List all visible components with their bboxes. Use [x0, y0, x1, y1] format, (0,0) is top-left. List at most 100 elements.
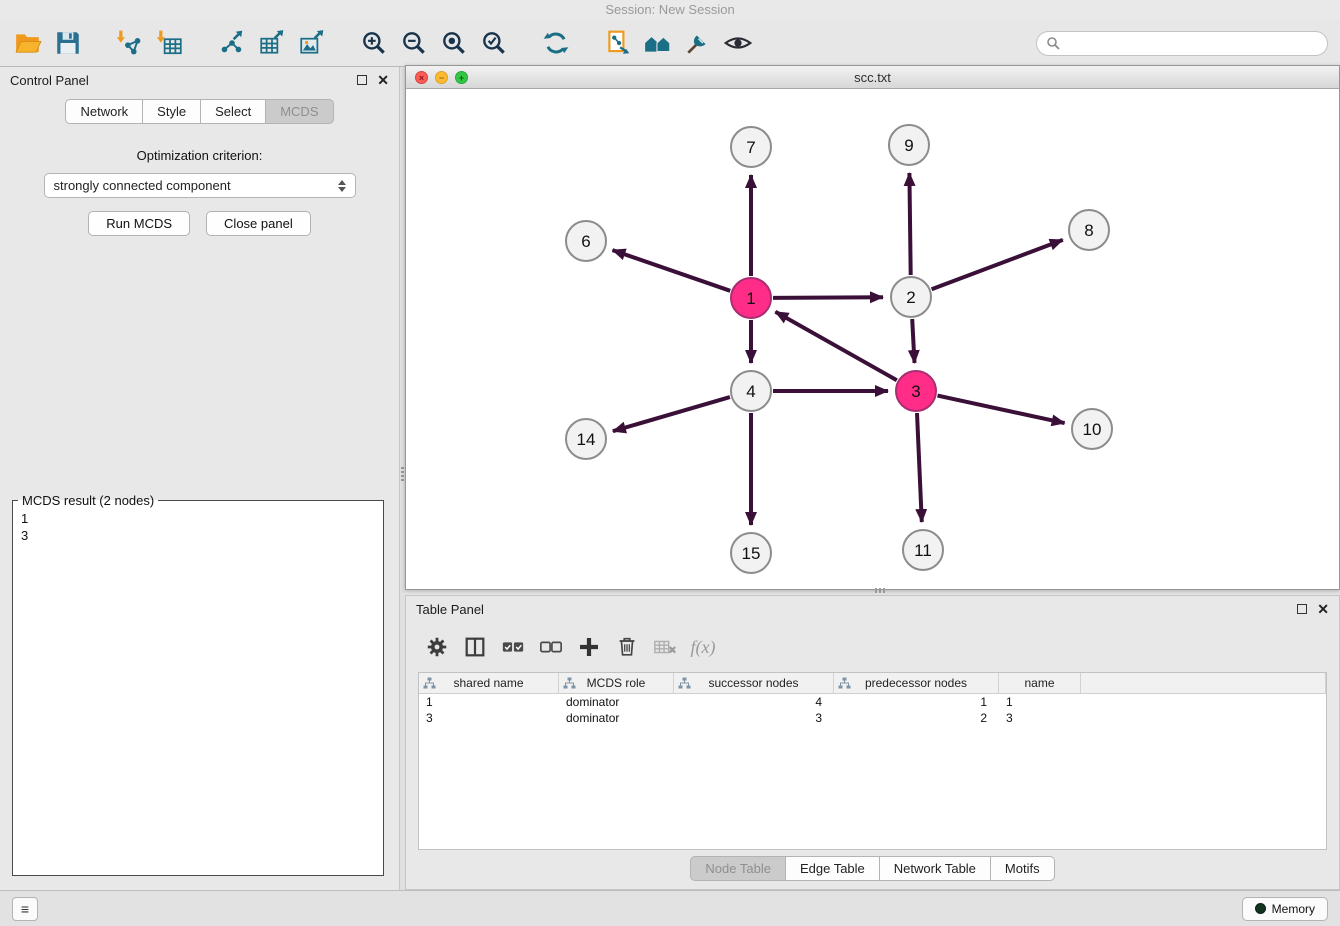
task-history-icon[interactable]: ≡	[12, 897, 38, 921]
graph-node-3[interactable]: 3	[896, 371, 936, 411]
graph-node-4[interactable]: 4	[731, 371, 771, 411]
network-view-window: × − + scc.txt 7 9 6 8 1 2 4 3 14 10 15 11	[405, 65, 1340, 590]
export-image-icon[interactable]	[296, 27, 328, 59]
table-cell[interactable]: 3	[674, 710, 834, 726]
float-panel-icon[interactable]	[357, 75, 367, 85]
graph-node-14[interactable]: 14	[566, 419, 606, 459]
graph-edge-3-1[interactable]	[775, 312, 896, 381]
table-body: 1dominator4113dominator323	[419, 694, 1326, 726]
apply-style-icon[interactable]	[682, 27, 714, 59]
table-cell[interactable]: dominator	[559, 710, 674, 726]
graph-node-1[interactable]: 1	[731, 278, 771, 318]
unselect-all-icon[interactable]	[534, 632, 568, 662]
import-network-icon[interactable]	[114, 27, 146, 59]
column-header-successor-nodes[interactable]: successor nodes	[674, 673, 834, 693]
column-type-icon	[678, 677, 691, 690]
zoom-fit-icon[interactable]	[438, 27, 470, 59]
tab-node-table[interactable]: Node Table	[690, 856, 786, 881]
graph-edge-1-2[interactable]	[773, 297, 883, 298]
search-box[interactable]	[1036, 31, 1328, 56]
network-canvas[interactable]: 7 9 6 8 1 2 4 3 14 10 15 11	[406, 89, 1339, 589]
split-columns-icon[interactable]	[458, 632, 492, 662]
eye-icon[interactable]	[722, 27, 754, 59]
graph-edge-1-6[interactable]	[613, 250, 731, 291]
tab-motifs[interactable]: Motifs	[991, 856, 1055, 881]
table-cell[interactable]: 4	[674, 694, 834, 710]
export-network-icon[interactable]	[216, 27, 248, 59]
zoom-selected-icon[interactable]	[478, 27, 510, 59]
graph-edge-4-14[interactable]	[613, 397, 730, 431]
select-all-icon[interactable]	[496, 632, 530, 662]
graph-edge-2-3[interactable]	[912, 319, 914, 363]
svg-text:4: 4	[746, 382, 755, 401]
graph-node-11[interactable]: 11	[903, 530, 943, 570]
table-cell[interactable]: dominator	[559, 694, 674, 710]
graph-node-8[interactable]: 8	[1069, 210, 1109, 250]
gear-icon[interactable]	[420, 632, 454, 662]
run-mcds-button[interactable]: Run MCDS	[88, 211, 190, 236]
graph-edge-2-8[interactable]	[932, 240, 1063, 289]
graph-edge-3-11[interactable]	[917, 413, 922, 522]
svg-text:8: 8	[1084, 221, 1093, 240]
graph-node-9[interactable]: 9	[889, 125, 929, 165]
tab-network[interactable]: Network	[65, 99, 143, 124]
horizontal-splitter-handle[interactable]	[873, 588, 887, 593]
column-header-name[interactable]: name	[999, 673, 1081, 693]
svg-text:7: 7	[746, 138, 755, 157]
export-table-icon[interactable]	[256, 27, 288, 59]
save-icon[interactable]	[52, 27, 84, 59]
column-header-shared-name[interactable]: shared name	[419, 673, 559, 693]
network-window-titlebar[interactable]: × − + scc.txt	[406, 66, 1339, 89]
table-cell[interactable]: 1	[834, 694, 999, 710]
home-icon[interactable]	[642, 27, 674, 59]
tab-select[interactable]: Select	[201, 99, 266, 124]
dropdown-stepper-icon	[338, 180, 346, 192]
column-header-predecessor-nodes[interactable]: predecessor nodes	[834, 673, 999, 693]
graph-node-7[interactable]: 7	[731, 127, 771, 167]
zoom-in-icon[interactable]	[358, 27, 390, 59]
tab-style[interactable]: Style	[143, 99, 201, 124]
search-input[interactable]	[1065, 36, 1318, 51]
graph-node-10[interactable]: 10	[1072, 409, 1112, 449]
table-row[interactable]: 1dominator411	[419, 694, 1326, 710]
graph-edge-2-9[interactable]	[909, 173, 910, 275]
tab-edge-table[interactable]: Edge Table	[786, 856, 880, 881]
control-panel-tabs: Network Style Select MCDS	[0, 99, 399, 124]
memory-button[interactable]: Memory	[1242, 897, 1328, 921]
tab-mcds[interactable]: MCDS	[266, 99, 333, 124]
graph-node-15[interactable]: 15	[731, 533, 771, 573]
graph-node-6[interactable]: 6	[566, 221, 606, 261]
result-line: 1	[21, 510, 375, 527]
delete-column-icon[interactable]	[610, 632, 644, 662]
graph-edge-3-10[interactable]	[938, 396, 1065, 424]
close-table-panel-icon[interactable]: ✕	[1317, 604, 1329, 614]
criterion-dropdown[interactable]: strongly connected component	[44, 173, 356, 198]
delete-table-icon[interactable]	[648, 632, 682, 662]
window-titlebar: Session: New Session	[0, 0, 1340, 20]
import-table-icon[interactable]	[154, 27, 186, 59]
float-table-panel-icon[interactable]	[1297, 604, 1307, 614]
close-panel-icon[interactable]: ✕	[377, 75, 389, 85]
refresh-icon[interactable]	[540, 27, 572, 59]
table-cell[interactable]: 2	[834, 710, 999, 726]
function-builder-icon[interactable]: f(x)	[686, 632, 720, 662]
table-row[interactable]: 3dominator323	[419, 710, 1326, 726]
zoom-out-icon[interactable]	[398, 27, 430, 59]
control-panel-header: Control Panel ✕	[0, 67, 399, 93]
table-cell[interactable]: 1	[419, 694, 559, 710]
table-cell[interactable]: 3	[999, 710, 1081, 726]
criterion-dropdown-value: strongly connected component	[54, 178, 231, 193]
window-title: Session: New Session	[605, 2, 734, 17]
svg-text:2: 2	[906, 288, 915, 307]
close-panel-button[interactable]: Close panel	[206, 211, 311, 236]
duplicate-network-icon[interactable]	[602, 27, 634, 59]
column-header-mcds-role[interactable]: MCDS role	[559, 673, 674, 693]
open-folder-icon[interactable]	[12, 27, 44, 59]
table-cell[interactable]: 3	[419, 710, 559, 726]
tab-network-table[interactable]: Network Table	[880, 856, 991, 881]
table-toolbar: f(x)	[414, 626, 1331, 668]
graph-node-2[interactable]: 2	[891, 277, 931, 317]
application-window: Session: New Session	[0, 0, 1340, 926]
table-cell[interactable]: 1	[999, 694, 1081, 710]
add-column-icon[interactable]	[572, 632, 606, 662]
